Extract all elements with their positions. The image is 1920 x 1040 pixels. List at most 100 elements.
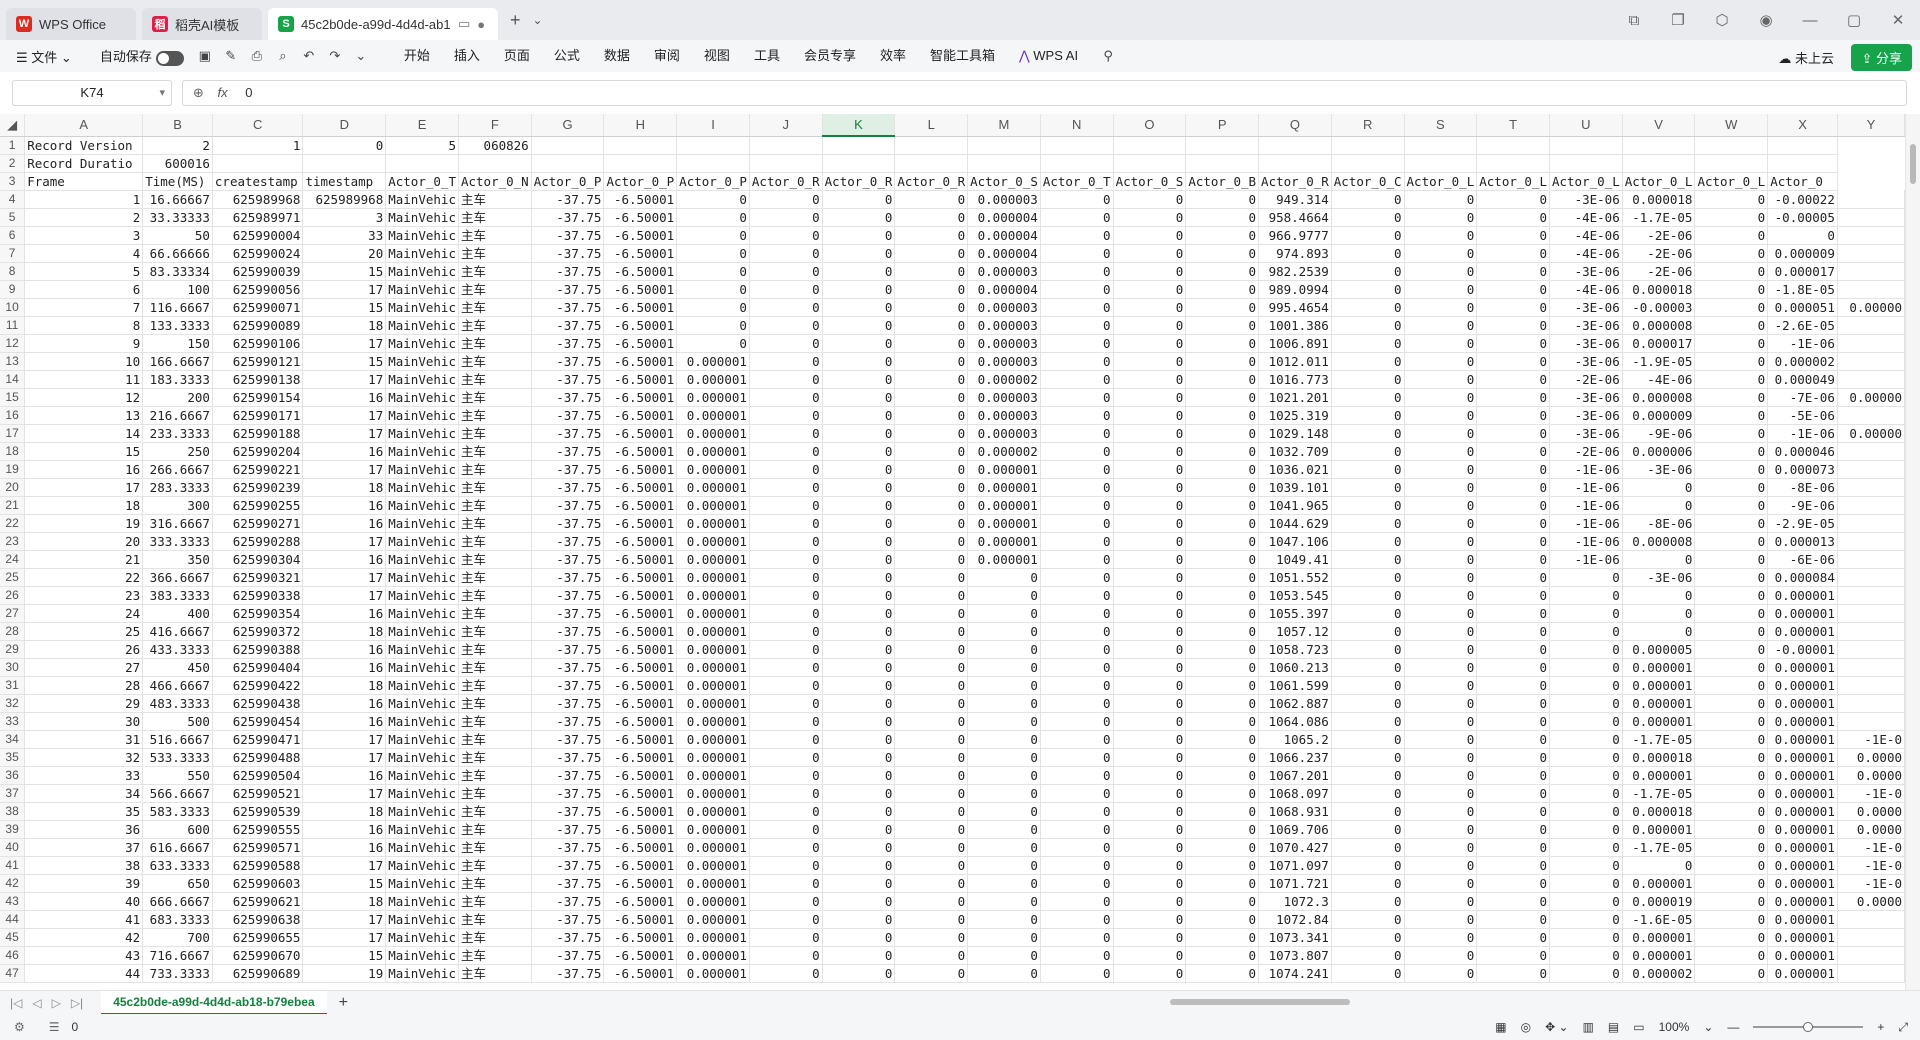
cell[interactable]: 0 [1185,334,1260,353]
cell[interactable]: 183.3333 [142,370,213,389]
cell[interactable]: 0 [1476,424,1550,443]
restore-tabs-icon[interactable]: ❐ [1656,11,1700,29]
cell[interactable]: 0 [1476,730,1550,749]
cell[interactable]: 0.000001 [676,622,750,641]
cell[interactable]: 633.3333 [142,856,213,875]
cell[interactable]: 0 [1694,676,1769,695]
cell[interactable]: 0 [749,568,823,587]
cell[interactable]: -1E-06 [1549,478,1623,497]
cell[interactable]: -37.75 [531,676,605,695]
cell[interactable]: 主车 [458,334,532,353]
cell[interactable]: 0 [822,208,896,227]
cell[interactable]: 0 [1185,352,1260,371]
cell[interactable]: 主车 [458,496,532,515]
cell[interactable]: 433.3333 [142,640,213,659]
cell[interactable]: -37.75 [531,658,605,677]
cell[interactable]: 625990239 [212,478,304,497]
menu-insert[interactable]: 插入 [454,40,480,72]
cell[interactable]: 0 [1476,550,1550,569]
cell[interactable]: 625990321 [212,568,304,587]
cell[interactable] [458,154,532,173]
cell[interactable]: 0 [894,262,969,281]
cell[interactable]: 0 [1113,784,1187,803]
cell[interactable]: 0 [1040,640,1114,659]
cell[interactable]: 0 [749,514,823,533]
cell[interactable]: Actor_0_S [967,172,1041,191]
cell[interactable]: -6.50001 [603,550,678,569]
cell[interactable]: 0 [1694,226,1769,245]
cell[interactable]: 0.000008 [1622,532,1696,551]
cell[interactable]: 0 [822,820,896,839]
cell[interactable]: 1071.097 [1258,856,1332,875]
cell[interactable]: 266.6667 [142,460,213,479]
cell[interactable]: -9E-06 [1622,424,1696,443]
tab-template[interactable]: 稻 稻壳AI模板 [142,8,262,40]
column-header-g[interactable]: G [531,114,605,137]
cell[interactable]: 0 [1331,586,1405,605]
cell[interactable]: 0 [1185,604,1260,623]
cell[interactable]: 19 [24,514,144,533]
cell[interactable]: MainVehic [385,334,459,353]
cell[interactable]: 0 [894,946,969,965]
cell[interactable]: 625989971 [212,208,304,227]
cell[interactable]: 0 [1549,604,1623,623]
cell[interactable]: 0 [1694,874,1769,893]
cell[interactable]: 0 [894,532,969,551]
file-menu-button[interactable]: ☰ 文件 ⌄ [8,47,80,66]
cell[interactable]: 0.000001 [676,928,750,947]
cloud-upload-status[interactable]: ☁ 未上云 [1778,48,1834,67]
cell[interactable]: -37.75 [531,802,605,821]
cell[interactable]: 0 [822,856,896,875]
cell[interactable]: -3E-06 [1549,352,1623,371]
cell[interactable]: 0 [822,766,896,785]
cell[interactable]: -1E-06 [1549,496,1623,515]
cell[interactable]: 516.6667 [142,730,213,749]
cell[interactable]: 0 [1040,712,1114,731]
row-header[interactable]: 36 [0,766,26,785]
cell[interactable]: -6.50001 [603,640,678,659]
cell[interactable]: 0 [822,892,896,911]
cell[interactable]: 16 [302,640,387,659]
cell[interactable]: 0 [1113,280,1187,299]
cell[interactable]: 0 [1113,928,1187,947]
horizontal-scroll-thumb[interactable] [1170,999,1350,1005]
cell[interactable]: 主车 [458,424,532,443]
cell[interactable]: 0 [1404,838,1478,857]
cell[interactable]: -1E-0 [1837,838,1905,857]
cell[interactable]: 1067.201 [1258,766,1332,785]
cell[interactable]: 0 [1331,964,1405,983]
cell[interactable]: 0 [749,730,823,749]
cell[interactable] [1404,154,1478,173]
cell[interactable]: 0 [1185,496,1260,515]
cell[interactable]: 0 [1113,892,1187,911]
cell[interactable]: MainVehic [385,262,459,281]
cell[interactable]: 0 [749,586,823,605]
cell[interactable]: 0.000001 [676,802,750,821]
cell[interactable]: 0.000002 [967,442,1041,461]
cell[interactable]: -6.50001 [603,460,678,479]
cell[interactable]: 600016 [142,154,213,173]
cell[interactable]: 533.3333 [142,748,213,767]
next-sheet-icon[interactable]: ▷ [52,996,61,1010]
cell[interactable]: 625990388 [212,640,304,659]
cell[interactable]: -6.50001 [603,874,678,893]
cell[interactable]: MainVehic [385,820,459,839]
cell[interactable]: 0 [894,298,969,317]
cell[interactable]: 0.000046 [1767,442,1838,461]
cell[interactable] [1837,208,1905,227]
cell[interactable]: 1072.84 [1258,910,1332,929]
cell[interactable]: 0 [676,280,750,299]
cell[interactable]: 0 [894,514,969,533]
cell[interactable]: 0 [1040,658,1114,677]
cell[interactable]: -6.50001 [603,388,678,407]
column-header-v[interactable]: V [1622,114,1696,137]
cell[interactable] [1837,532,1905,551]
cell[interactable]: 0.000001 [676,370,750,389]
cell[interactable]: -6.50001 [603,514,678,533]
cell[interactable]: -2.9E-05 [1767,514,1838,533]
cell[interactable]: 0.000001 [1622,928,1696,947]
cell[interactable]: 主车 [458,532,532,551]
cell[interactable]: 0.000003 [967,352,1041,371]
cell[interactable]: 416.6667 [142,622,213,641]
cell[interactable]: 0 [1185,244,1260,263]
